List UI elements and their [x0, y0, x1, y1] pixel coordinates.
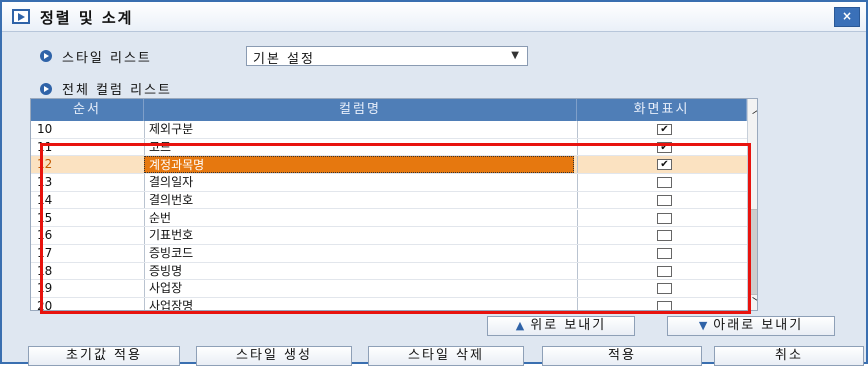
order-cell: 16 — [37, 228, 53, 243]
column-name-cell: 증빙코드 — [144, 244, 574, 262]
table-row[interactable]: 11 코드 ✔ — [31, 138, 749, 157]
order-cell: 13 — [37, 175, 53, 190]
display-cell: ✔ — [577, 138, 749, 156]
table-row[interactable]: 20 사업장명 — [31, 298, 749, 311]
display-checkbox[interactable] — [657, 230, 672, 242]
table-row[interactable]: 19 사업장 — [31, 280, 747, 298]
display-cell — [577, 227, 749, 244]
display-checkbox[interactable] — [657, 212, 672, 224]
header-column-name[interactable]: 컬럼명 — [144, 99, 577, 121]
order-cell: 17 — [37, 245, 53, 260]
table-row[interactable]: 13 결의일자 — [31, 174, 747, 192]
table-row[interactable]: 12 계정과목명 ✔ — [31, 156, 749, 175]
column-name-cell: 코드 — [144, 138, 574, 156]
display-cell — [577, 280, 749, 297]
column-name-cell: 사업장명 — [144, 298, 574, 310]
chevron-down-icon: ▼ — [511, 50, 519, 61]
display-checkbox[interactable] — [657, 265, 672, 277]
title-bar: 정렬 및 소계 × — [2, 2, 866, 32]
reset-button[interactable]: 초기값 적용 — [28, 346, 180, 366]
play-icon — [12, 9, 30, 24]
order-cell: 14 — [37, 192, 53, 207]
header-order[interactable]: 순서 — [31, 99, 144, 121]
bullet-icon — [40, 50, 52, 62]
move-up-label: 위로 보내기 — [530, 318, 607, 333]
display-cell — [577, 191, 749, 209]
column-name-cell: 제외구분 — [144, 121, 574, 138]
vertical-scrollbar[interactable]: ︿ ﹀ — [747, 99, 757, 310]
table-row[interactable]: 18 증빙명 — [31, 262, 749, 281]
cancel-button[interactable]: 취소 — [714, 346, 864, 366]
display-checkbox[interactable]: ✔ — [657, 124, 672, 135]
display-cell — [577, 298, 749, 310]
bullet-icon — [40, 83, 52, 95]
order-cell: 19 — [37, 281, 53, 296]
display-checkbox[interactable] — [657, 177, 672, 189]
scroll-down-icon[interactable]: ﹀ — [752, 294, 757, 310]
table-row[interactable]: 17 증빙코드 — [31, 244, 749, 263]
move-down-label: 아래로 보내기 — [713, 318, 804, 333]
order-cell: 20 — [37, 299, 53, 311]
order-cell: 18 — [37, 263, 53, 278]
table-row[interactable]: 10 제외구분 ✔ — [31, 121, 747, 139]
display-checkbox[interactable] — [657, 283, 672, 295]
style-list-select[interactable]: 기본 설정 ▼ — [246, 46, 528, 67]
display-checkbox[interactable] — [657, 301, 672, 310]
display-checkbox[interactable]: ✔ — [657, 159, 672, 171]
display-cell — [577, 244, 749, 262]
display-cell — [577, 174, 749, 191]
order-cell: 15 — [37, 210, 53, 225]
move-up-button[interactable]: ▲ 위로 보내기 — [487, 316, 635, 336]
move-down-button[interactable]: ▼ 아래로 보내기 — [667, 316, 835, 336]
table-row[interactable]: 15 순번 — [31, 209, 749, 228]
column-name-cell: 결의번호 — [144, 191, 574, 209]
display-cell: ✔ — [577, 121, 749, 138]
scroll-thumb[interactable] — [750, 209, 757, 295]
column-name-cell: 증빙명 — [144, 262, 574, 280]
table-row[interactable]: 16 기표번호 — [31, 227, 747, 245]
column-name-cell: 사업장 — [144, 280, 574, 297]
style-list-value: 기본 설정 — [253, 52, 315, 67]
style-list-label: 스타일 리스트 — [62, 51, 152, 66]
arrow-down-icon: ▼ — [698, 319, 710, 332]
column-name-cell: 결의일자 — [144, 174, 574, 191]
close-button[interactable]: × — [834, 7, 860, 27]
scroll-up-icon[interactable]: ︿ — [752, 101, 757, 117]
columns-section-label: 전체 컬럼 리스트 — [62, 83, 172, 98]
order-cell: 11 — [37, 139, 53, 154]
order-cell: 10 — [37, 122, 53, 136]
column-table: 순서 컬럼명 화면표시 10 제외구분 ✔ 11 코드 ✔ 12 계정과목명 ✔ 13 결의일자 14… — [30, 98, 758, 311]
display-checkbox[interactable]: ✔ — [657, 141, 672, 153]
dialog-title: 정렬 및 소계 — [40, 9, 134, 27]
column-name-cell: 기표번호 — [144, 227, 574, 244]
display-checkbox[interactable] — [657, 194, 672, 206]
order-cell: 12 — [37, 157, 53, 172]
delete-style-button[interactable]: 스타일 삭제 — [368, 346, 524, 366]
display-cell — [577, 262, 749, 280]
table-row[interactable]: 14 결의번호 — [31, 191, 749, 210]
display-checkbox[interactable] — [657, 247, 672, 259]
sort-subtotal-dialog: 정렬 및 소계 × 스타일 리스트 기본 설정 ▼ 전체 컬럼 리스트 순서 컬… — [0, 0, 868, 366]
apply-button[interactable]: 적용 — [542, 346, 702, 366]
column-name-cell: 계정과목명 — [144, 156, 574, 174]
arrow-up-icon: ▲ — [515, 319, 527, 332]
column-name-cell: 순번 — [144, 209, 574, 227]
display-cell — [577, 209, 749, 227]
display-cell: ✔ — [577, 156, 749, 174]
header-display[interactable]: 화면표시 — [577, 99, 747, 121]
create-style-button[interactable]: 스타일 생성 — [196, 346, 352, 366]
